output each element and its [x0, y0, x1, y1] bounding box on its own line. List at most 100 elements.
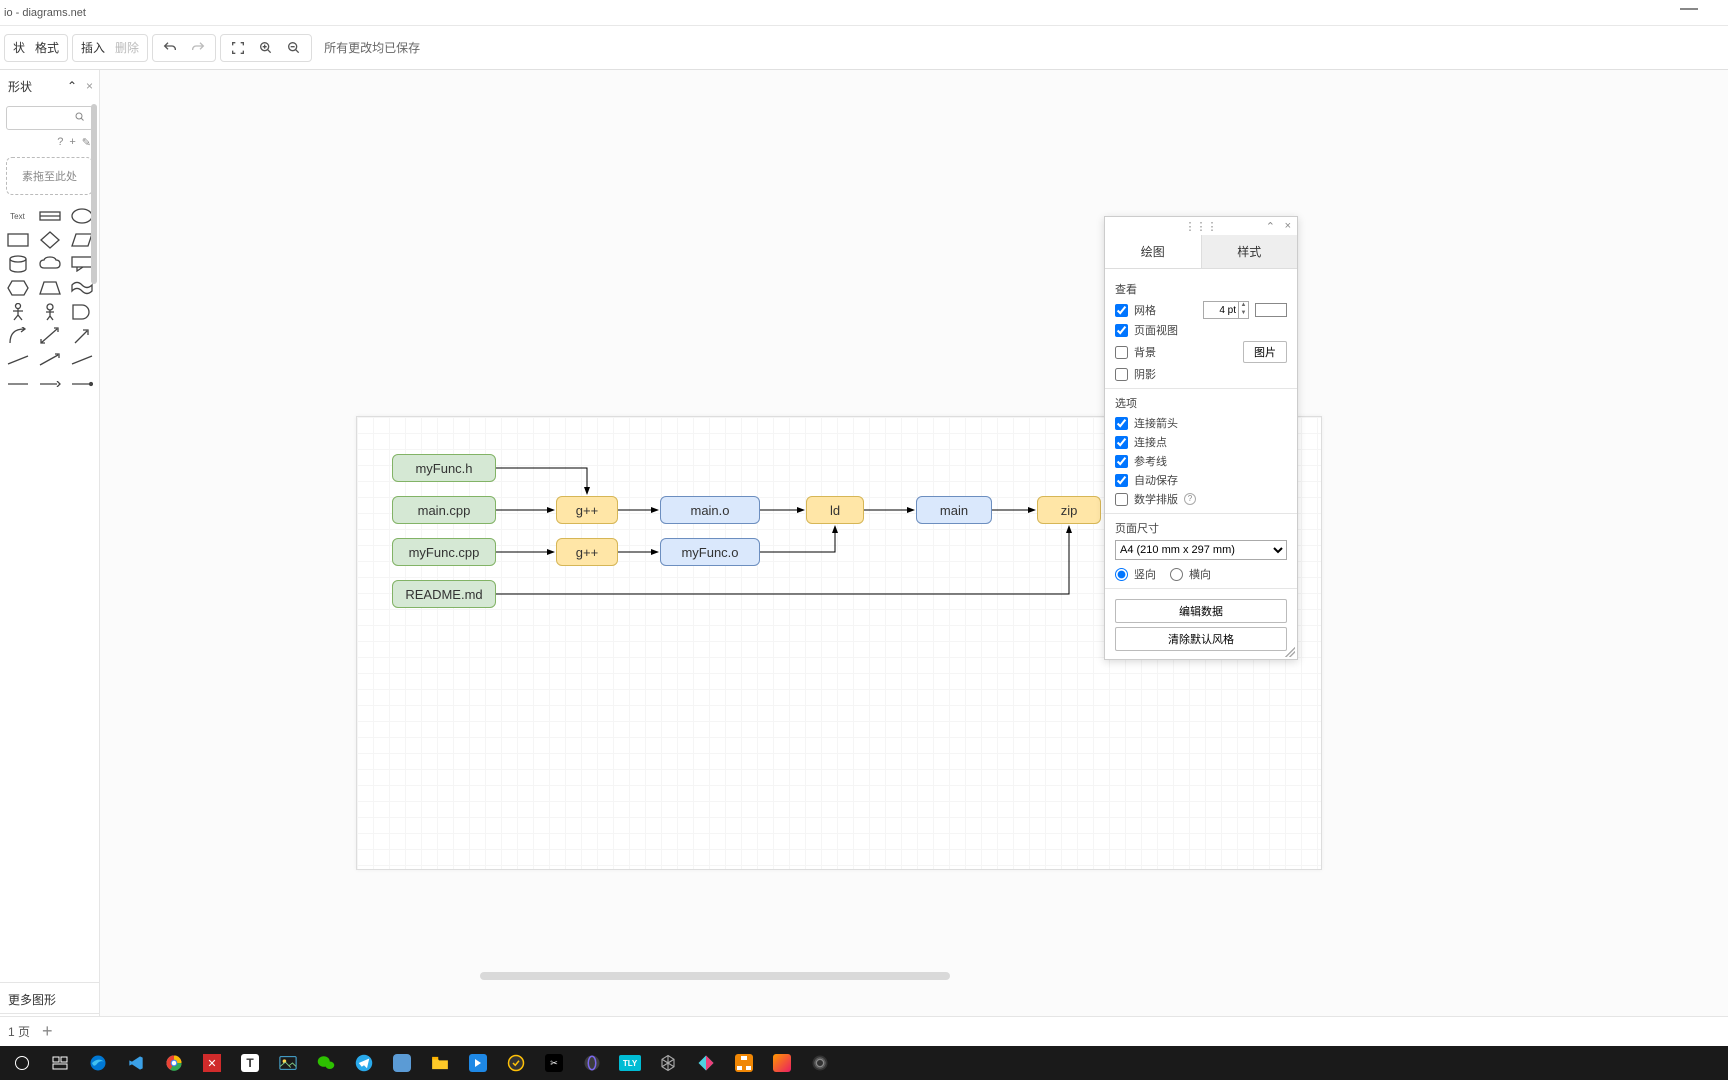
taskbar-edge-icon[interactable] — [82, 1049, 114, 1077]
shape-person[interactable] — [37, 303, 63, 321]
shape-search[interactable] — [6, 106, 93, 130]
image-button[interactable]: 图片 — [1243, 341, 1287, 363]
conn-arrows-checkbox[interactable] — [1115, 417, 1128, 430]
taskbar-explorer-icon[interactable] — [424, 1049, 456, 1077]
math-checkbox[interactable] — [1115, 493, 1128, 506]
chevron-up-icon[interactable]: ⌃ — [1266, 220, 1275, 233]
node-myfunc-cpp[interactable]: myFunc.cpp — [392, 538, 496, 566]
taskbar-unity-icon[interactable] — [652, 1049, 684, 1077]
shape-line[interactable] — [5, 351, 31, 369]
node-main-cpp[interactable]: main.cpp — [392, 496, 496, 524]
zoom-out-button[interactable] — [285, 39, 303, 57]
search-input[interactable] — [13, 112, 73, 124]
taskbar-capcut-icon[interactable]: ✂ — [538, 1049, 570, 1077]
grid-size-input[interactable] — [1203, 301, 1239, 319]
shape-trapezoid[interactable] — [37, 279, 63, 297]
reset-style-button[interactable]: 清除默认风格 — [1115, 627, 1287, 651]
horizontal-scrollbar[interactable] — [480, 972, 950, 980]
more-shapes-link[interactable]: 更多图形 — [0, 982, 99, 1016]
conn-points-checkbox[interactable] — [1115, 436, 1128, 449]
taskbar-app-1-icon[interactable] — [386, 1049, 418, 1077]
canvas[interactable]: myFunc.h main.cpp myFunc.cpp README.md g… — [100, 70, 1728, 1046]
resize-handle[interactable] — [1285, 647, 1295, 657]
redo-button[interactable] — [189, 39, 207, 57]
grip-icon[interactable]: ⋮⋮⋮ — [1185, 220, 1218, 233]
background-checkbox[interactable] — [1115, 346, 1128, 359]
grid-checkbox[interactable] — [1115, 304, 1128, 317]
shape-connector-3[interactable] — [69, 375, 95, 393]
taskbar-chrome-icon[interactable] — [158, 1049, 190, 1077]
guides-checkbox[interactable] — [1115, 455, 1128, 468]
edit-data-button[interactable]: 编辑数据 — [1115, 599, 1287, 623]
shadow-checkbox[interactable] — [1115, 368, 1128, 381]
taskbar-app-4-icon[interactable] — [766, 1049, 798, 1077]
shape-label[interactable] — [37, 207, 63, 225]
shape-diamond[interactable] — [37, 231, 63, 249]
close-icon[interactable]: × — [86, 79, 93, 93]
node-myfunc-o[interactable]: myFunc.o — [660, 538, 760, 566]
start-button[interactable] — [6, 1049, 38, 1077]
undo-button[interactable] — [161, 39, 179, 57]
taskbar-app-red-icon[interactable]: ✕ — [196, 1049, 228, 1077]
autosave-checkbox[interactable] — [1115, 474, 1128, 487]
node-zip[interactable]: zip — [1037, 496, 1101, 524]
node-myfunc-h[interactable]: myFunc.h — [392, 454, 496, 482]
tab-style[interactable]: 样式 — [1201, 235, 1298, 268]
sidebar-scrollbar[interactable] — [91, 104, 97, 284]
node-ld[interactable]: ld — [806, 496, 864, 524]
taskbar-tly-icon[interactable]: TLY — [614, 1049, 646, 1077]
shape-line-arrow[interactable] — [37, 351, 63, 369]
taskbar-opera-icon[interactable] — [576, 1049, 608, 1077]
format-panel-header[interactable]: ⋮⋮⋮ ⌃ × — [1105, 217, 1297, 235]
taskbar-telegram-icon[interactable] — [348, 1049, 380, 1077]
delete-button[interactable]: 删除 — [115, 39, 139, 56]
taskbar-wechat-icon[interactable] — [310, 1049, 342, 1077]
shape-arrow-up[interactable] — [69, 327, 95, 345]
taskbar-obs-icon[interactable] — [804, 1049, 836, 1077]
taskbar-app-2-icon[interactable] — [462, 1049, 494, 1077]
taskbar-vscode-icon[interactable] — [120, 1049, 152, 1077]
format-button[interactable]: 格式 — [35, 39, 59, 56]
tab-draw[interactable]: 绘图 — [1105, 235, 1201, 268]
taskbar-photos-icon[interactable] — [272, 1049, 304, 1077]
node-main-o[interactable]: main.o — [660, 496, 760, 524]
node-gpp-1[interactable]: g++ — [556, 496, 618, 524]
grid-spinner[interactable]: ▲▼ — [1239, 301, 1249, 319]
add-icon[interactable]: + — [69, 136, 75, 149]
taskbar-typora-icon[interactable]: T — [234, 1049, 266, 1077]
shape-actor[interactable] — [5, 303, 31, 321]
node-gpp-2[interactable]: g++ — [556, 538, 618, 566]
drop-target[interactable]: 素拖至此处 — [6, 157, 93, 195]
shape-connector-2[interactable] — [37, 375, 63, 393]
fit-screen-button[interactable] — [229, 39, 247, 57]
shape-and-gate[interactable] — [69, 303, 95, 321]
node-readme[interactable]: README.md — [392, 580, 496, 608]
shape-connector-1[interactable] — [5, 375, 31, 393]
pagesize-select[interactable]: A4 (210 mm x 297 mm) — [1115, 540, 1287, 560]
minimize-icon[interactable] — [1680, 8, 1698, 10]
zoom-in-button[interactable] — [257, 39, 275, 57]
shape-attr-button[interactable]: 状 — [13, 39, 25, 56]
shape-double-arrow[interactable] — [37, 327, 63, 345]
help-icon[interactable]: ? — [1184, 493, 1196, 505]
taskbar-todo-icon[interactable] — [500, 1049, 532, 1077]
format-panel[interactable]: ⋮⋮⋮ ⌃ × 绘图 样式 查看 网格 ▲▼ — [1104, 216, 1298, 660]
taskbar-drawio-icon[interactable] — [728, 1049, 760, 1077]
shape-cylinder[interactable] — [5, 255, 31, 273]
chevron-up-icon[interactable]: ⌃ — [67, 79, 77, 93]
search-icon[interactable] — [74, 111, 86, 126]
node-main[interactable]: main — [916, 496, 992, 524]
page-tab-1[interactable]: 1 页 — [8, 1023, 30, 1040]
insert-button[interactable]: 插入 — [81, 39, 105, 56]
pageview-checkbox[interactable] — [1115, 324, 1128, 337]
shape-hexagon[interactable] — [5, 279, 31, 297]
add-page-button[interactable]: + — [42, 1021, 53, 1042]
taskbar-app-3-icon[interactable] — [690, 1049, 722, 1077]
shape-curve-arrow[interactable] — [5, 327, 31, 345]
grid-color-swatch[interactable] — [1255, 303, 1287, 317]
task-view-button[interactable] — [44, 1049, 76, 1077]
landscape-radio[interactable] — [1170, 568, 1183, 581]
portrait-radio[interactable] — [1115, 568, 1128, 581]
help-icon[interactable]: ? — [57, 136, 63, 149]
shape-line-plain[interactable] — [69, 351, 95, 369]
